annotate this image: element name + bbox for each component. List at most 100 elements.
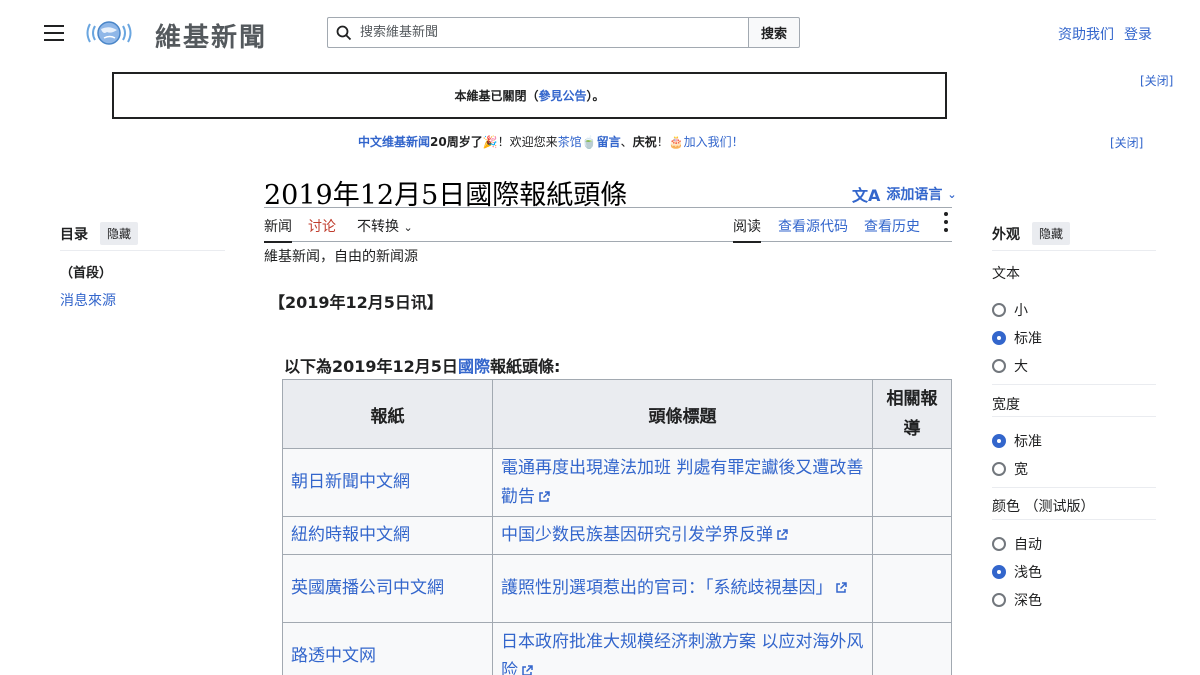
search-box[interactable] xyxy=(327,17,748,48)
announcement-link[interactable]: 參見公告 xyxy=(538,87,586,104)
toc-divider xyxy=(60,250,225,251)
paper-link[interactable]: 紐約時報中文網 xyxy=(282,516,493,555)
headlines-table-wrapper[interactable]: 報紙 頭條標題 相關報導 朝日新聞中文網 電通再度出現違法加班 判處有罪定讞後又… xyxy=(282,379,952,675)
radio-button-icon xyxy=(992,434,1006,448)
notice-text-post: ）。 xyxy=(586,89,605,103)
teahouse-link[interactable]: 茶馆 xyxy=(558,135,582,149)
search-button[interactable]: 搜索 xyxy=(748,17,800,48)
radio-color-auto[interactable]: 自动 xyxy=(992,534,1042,554)
intro-link[interactable]: 國際 xyxy=(458,357,490,376)
headline-link[interactable]: 電通再度出現違法加班 判處有罪定讞後又遭改善勸告 xyxy=(491,448,874,517)
radio-color-dark[interactable]: 深色 xyxy=(992,590,1042,610)
table-header-row: 報紙 頭條標題 相關報導 xyxy=(282,379,952,449)
headline-text: 護照性別選項惹出的官司：「系統歧視基因」 xyxy=(500,578,833,598)
radio-label: 深色 xyxy=(1014,593,1042,609)
headline-link[interactable]: 日本政府批准大规模经济刺激方案 以应对海外风险 xyxy=(491,622,874,675)
variant-dropdown[interactable]: 不转换 ⌄ xyxy=(357,216,413,236)
table-row: 路透中文网 日本政府批准大规模经济刺激方案 以应对海外风险 xyxy=(282,622,952,675)
external-link-icon xyxy=(522,664,533,675)
anniv-text3: 、 xyxy=(620,135,633,149)
anniv-text1: 20周岁了 xyxy=(430,135,483,149)
chevron-down-icon: ⌄ xyxy=(947,187,957,201)
cake-icon: 🎂 xyxy=(668,135,684,149)
headline-link[interactable]: 護照性別選項惹出的官司：「系統歧視基因」 xyxy=(491,554,874,623)
search-input[interactable] xyxy=(358,24,722,41)
radio-button-icon xyxy=(992,331,1006,345)
variant-label: 不转换 xyxy=(357,219,399,235)
headline-text: 日本政府批准大规模经济刺激方案 以应对海外风险 xyxy=(500,631,864,675)
radio-button-icon xyxy=(992,593,1006,607)
headline-link[interactable]: 中国少数民族基因研究引发学界反弹 xyxy=(491,516,874,555)
anniversary-banner: 中文维基新闻20周岁了🎉！欢迎您来茶馆🍵留言、庆祝！🎂加入我们！ xyxy=(358,133,744,150)
chevron-down-icon: ⌄ xyxy=(403,221,413,234)
site-wordmark[interactable]: 維基新聞 xyxy=(155,17,267,54)
radio-button-icon xyxy=(992,565,1006,579)
language-icon: 文A xyxy=(852,186,881,205)
table-row: 紐約時報中文網 中国少数民族基因研究引发学界反弹 xyxy=(282,516,952,555)
anniv-link[interactable]: 中文维基新闻 xyxy=(358,135,430,149)
appearance-title: 外观 xyxy=(992,227,1020,243)
anniv-text4: ！ xyxy=(656,135,669,149)
login-link[interactable]: 登录 xyxy=(1124,27,1152,43)
site-closed-notice: 本維基已關閉（ 參見公告）。 xyxy=(112,72,947,119)
external-link-icon xyxy=(836,582,848,593)
join-link[interactable]: 加入我们！ xyxy=(684,135,744,149)
radio-button-icon xyxy=(992,303,1006,317)
external-link-icon xyxy=(777,529,788,540)
external-link-icon xyxy=(539,490,550,502)
headlines-table: 報紙 頭條標題 相關報導 朝日新聞中文網 電通再度出現違法加班 判處有罪定讞後又… xyxy=(282,379,952,675)
radio-color-light[interactable]: 浅色 xyxy=(992,562,1042,582)
related-cell xyxy=(872,554,952,623)
appearance-divider xyxy=(992,416,1156,417)
appearance-divider xyxy=(992,519,1156,520)
radio-width-wide[interactable]: 宽 xyxy=(992,459,1028,479)
radio-text-small[interactable]: 小 xyxy=(992,300,1028,320)
search-form: 搜索 xyxy=(327,17,800,48)
toc-item-sources[interactable]: 消息來源 xyxy=(60,290,116,310)
appearance-hide-button[interactable]: 隐藏 xyxy=(1032,222,1071,245)
appearance-divider xyxy=(992,487,1156,488)
donate-link[interactable]: 资助我们 xyxy=(1058,27,1114,43)
tab-article[interactable]: 新闻 xyxy=(264,216,292,243)
toc-hide-button[interactable]: 隐藏 xyxy=(100,222,139,245)
color-label: 颜色 （测试版） xyxy=(992,499,1095,515)
paper-link[interactable]: 朝日新聞中文網 xyxy=(282,448,493,517)
add-languages-button[interactable]: 文A 添加语言 ⌄ xyxy=(852,182,957,206)
appearance-divider xyxy=(992,384,1156,385)
headline-text: 電通再度出現違法加班 判處有罪定讞後又遭改善勸告 xyxy=(500,457,864,507)
width-label: 宽度 xyxy=(992,397,1020,413)
radio-label: 大 xyxy=(1014,359,1028,375)
more-options-icon[interactable] xyxy=(944,212,948,236)
main-menu-button[interactable] xyxy=(44,25,64,41)
intro-pre: 以下為2019年12月5日 xyxy=(284,357,458,376)
radio-width-standard[interactable]: 标准 xyxy=(992,431,1042,451)
close-notice-link[interactable]: [关闭] xyxy=(1140,72,1173,89)
related-cell xyxy=(872,622,952,675)
paper-link[interactable]: 路透中文网 xyxy=(282,622,493,675)
close-banner-link[interactable]: [关闭] xyxy=(1110,134,1143,151)
wikinews-logo-icon[interactable] xyxy=(84,16,134,50)
add-languages-label: 添加语言 xyxy=(886,187,943,203)
user-links: 资助我们 登录 xyxy=(1048,24,1152,44)
radio-text-standard[interactable]: 标准 xyxy=(992,328,1042,348)
tea-icon: 🍵 xyxy=(581,135,597,149)
paper-link[interactable]: 英國廣播公司中文網 xyxy=(282,554,493,623)
party-icon: 🎉 xyxy=(482,135,498,149)
table-row: 朝日新聞中文網 電通再度出現違法加班 判處有罪定讞後又遭改善勸告 xyxy=(282,448,952,517)
tab-history[interactable]: 查看历史 xyxy=(864,216,920,236)
anniv-celebrate: 庆祝 xyxy=(632,135,657,149)
col-header-headline: 頭條標題 xyxy=(491,379,874,449)
radio-button-icon xyxy=(992,359,1006,373)
tab-talk[interactable]: 讨论 xyxy=(308,216,336,236)
toc-item-lead[interactable]: （首段） xyxy=(60,262,112,281)
radio-label: 浅色 xyxy=(1014,565,1042,581)
radio-button-icon xyxy=(992,537,1006,551)
radio-label: 宽 xyxy=(1014,462,1028,478)
anniv-text2: ！欢迎您来 xyxy=(497,135,558,149)
tab-read[interactable]: 阅读 xyxy=(733,216,761,243)
tab-view-source[interactable]: 查看源代码 xyxy=(778,216,848,236)
dateline: 【2019年12月5日讯】 xyxy=(269,293,443,312)
notice-text-pre: 本維基已關閉（ xyxy=(454,89,539,103)
radio-text-large[interactable]: 大 xyxy=(992,356,1028,376)
message-link[interactable]: 留言 xyxy=(597,135,621,149)
